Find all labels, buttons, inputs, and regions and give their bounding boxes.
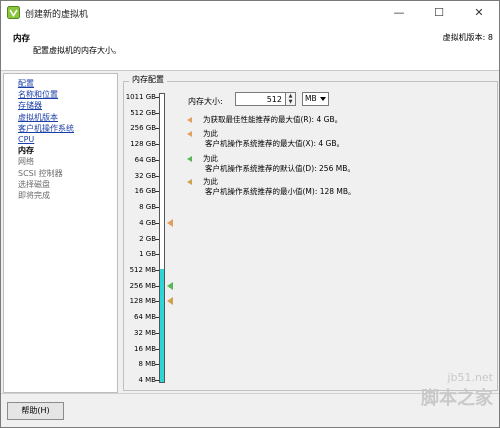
- legend-line: 客户机操作系统推荐的最大值(X): 4 GB。: [205, 138, 345, 148]
- wizard-window: 创建新的虚拟机 — ☐ ✕ 内存 配置虚拟机的内存大小。 虚拟机版本: 8 配置…: [0, 0, 500, 428]
- sidebar-step-7: 网络: [18, 157, 34, 167]
- scale-label: 512 MB: [129, 265, 156, 274]
- scale-label: 16 MB: [134, 344, 156, 353]
- legend-line: 为此: [203, 129, 218, 138]
- watermark-name: 脚本之家: [421, 388, 493, 409]
- watermark: jb51.net 脚本之家: [421, 371, 493, 410]
- sidebar-step-9: 选择磁盘: [18, 179, 50, 189]
- sidebar-step-5[interactable]: CPU: [18, 134, 117, 145]
- title-bar: 创建新的虚拟机 — ☐ ✕: [1, 1, 499, 25]
- legend-line: 为此: [203, 154, 218, 163]
- memory-size-input[interactable]: [235, 92, 286, 106]
- sidebar-step-4[interactable]: 客户机操作系统: [18, 123, 117, 134]
- close-icon[interactable]: ✕: [459, 1, 499, 25]
- scale-label: 128 MB: [129, 297, 156, 306]
- scale-label: 16 GB: [134, 187, 156, 196]
- scale-label: 8 GB: [139, 203, 156, 212]
- wizard-steps-sidebar: 配置 名称和位置 存储器 虚拟机版本 客户机操作系统 CPU 内存 网络 SCSI 控制器 选择磁…: [3, 73, 118, 393]
- memory-config-group: [123, 81, 498, 391]
- page-title: 内存: [13, 34, 31, 44]
- scale-label: 32 GB: [134, 171, 156, 180]
- memory-unit-value: MB: [305, 94, 317, 103]
- scale-label: 1011 GB: [125, 93, 156, 101]
- vsphere-app-icon: [7, 6, 20, 19]
- scale-label: 8 MB: [138, 360, 156, 369]
- sidebar-step-0[interactable]: 配置: [18, 78, 117, 89]
- scale-label: 64 MB: [134, 313, 156, 322]
- scale-label: 4 GB: [139, 218, 156, 227]
- scale-label: 128 GB: [130, 140, 156, 149]
- legend-marker-icon: [187, 179, 192, 185]
- scale-label: 256 MB: [129, 281, 156, 290]
- scale-label: 64 GB: [134, 155, 156, 164]
- legend-marker-icon: [187, 156, 192, 162]
- scale-label: 4 MB: [138, 376, 156, 384]
- marker-max-performance-icon: [167, 218, 173, 227]
- page-subtitle: 配置虚拟机的内存大小。: [33, 46, 121, 55]
- help-button[interactable]: 帮助(H): [7, 402, 64, 420]
- sidebar-step-6: 内存: [18, 146, 34, 156]
- spin-down-icon[interactable]: ▼: [286, 99, 295, 105]
- scale-label: 2 GB: [139, 234, 156, 243]
- legend-marker-icon: [187, 117, 192, 123]
- memory-unit-select[interactable]: MB: [302, 92, 329, 106]
- legend-marker-icon: [187, 131, 192, 137]
- legend-line: 客户机操作系统推荐的默认值(D): 256 MB。: [205, 163, 355, 173]
- sidebar-step-2[interactable]: 存储器: [18, 100, 117, 111]
- memory-slider-fill: [160, 268, 164, 382]
- sidebar-step-10: 即将完成: [18, 191, 50, 201]
- memory-size-spinner[interactable]: ▲ ▼: [286, 92, 296, 106]
- scale-label: 512 GB: [130, 108, 156, 117]
- legend-line: 为此: [203, 177, 218, 186]
- page-header: 内存 配置虚拟机的内存大小。 虚拟机版本: 8: [1, 25, 499, 71]
- minimize-icon[interactable]: —: [379, 1, 419, 25]
- scale-label: 1 GB: [139, 250, 156, 259]
- maximize-icon[interactable]: ☐: [419, 1, 459, 25]
- memory-size-label: 内存大小:: [188, 97, 223, 106]
- sidebar-step-8: SCSI 控制器: [18, 168, 63, 178]
- window-title: 创建新的虚拟机: [25, 10, 89, 20]
- marker-min-icon: [167, 297, 173, 306]
- legend-line: 为获取最佳性能推荐的最大值(R): 4 GB。: [203, 115, 343, 124]
- memory-slider[interactable]: [159, 93, 165, 383]
- memory-config-group-label: 内存配置: [129, 74, 167, 85]
- watermark-url: jb51.net: [447, 371, 493, 384]
- marker-default-icon: [167, 281, 173, 290]
- sidebar-step-1[interactable]: 名称和位置: [18, 89, 117, 100]
- scale-label: 32 MB: [134, 328, 156, 337]
- chevron-down-icon: [320, 97, 326, 101]
- sidebar-step-3[interactable]: 虚拟机版本: [18, 112, 117, 123]
- legend-line: 客户机操作系统推荐的最小值(M): 128 MB。: [205, 186, 356, 196]
- scale-label: 256 GB: [130, 124, 156, 133]
- vm-version-label: 虚拟机版本: 8: [442, 33, 493, 42]
